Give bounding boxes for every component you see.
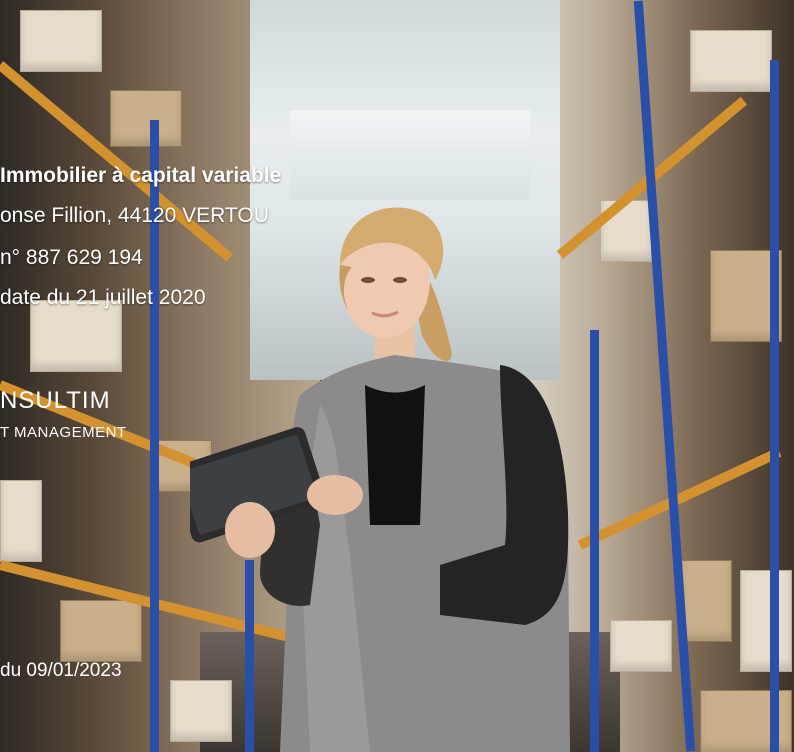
logo-tagline: T MANAGEMENT [0, 424, 127, 441]
box [610, 620, 672, 672]
registration-text: n° 887 629 194 [0, 246, 143, 269]
warehouse-photo [0, 0, 794, 752]
logo-name: NSULTIM [0, 387, 111, 414]
rack-post [770, 60, 779, 752]
footer-date: du 09/01/2023 [0, 660, 122, 681]
box [110, 90, 182, 147]
box [740, 570, 792, 672]
update-date-text: date du 21 juillet 2020 [0, 286, 206, 309]
legal-form-text: Immobilier à capital variable [0, 164, 282, 187]
box [0, 480, 42, 562]
box [20, 10, 102, 72]
ceiling-window [290, 110, 530, 200]
rack-post [590, 330, 599, 752]
box [30, 300, 122, 372]
address-text: onse Fillion, 44120 VERTOU [0, 204, 269, 227]
box [60, 600, 142, 662]
box [690, 30, 772, 92]
woman-with-tablet [190, 207, 570, 752]
box [680, 560, 732, 642]
